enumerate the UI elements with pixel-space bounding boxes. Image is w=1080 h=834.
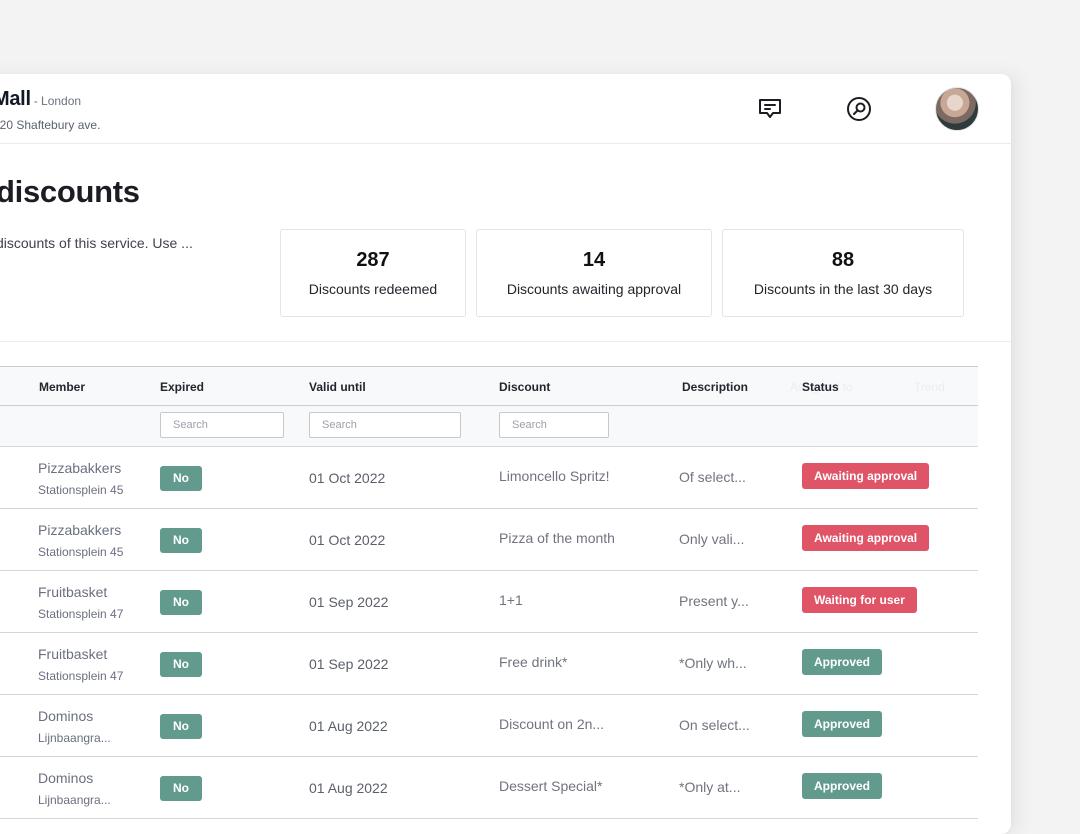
valid-until-date: 01 Oct 2022 [309,532,386,548]
discounts-table: Member Expired Valid until Discount Desc… [0,366,978,819]
expired-badge: No [160,528,202,553]
stat-value: 88 [831,249,855,271]
status-badge[interactable]: Approved [802,773,883,799]
discount-name: 1+1 [499,592,523,608]
discount-description: Of select... [679,469,746,485]
discount-name: Pizza of the month [499,530,615,546]
status-badge[interactable]: Awaiting approval [802,525,930,551]
expired-badge: No [160,466,202,491]
section-divider [0,341,1011,342]
discount-name: Limoncello Spritz! [499,468,610,484]
stat-label: Discounts in the last 30 days [753,281,933,297]
column-header-trend: Trend [914,380,945,394]
member-name: Pizzabakkers [38,522,122,538]
expired-badge: No [160,590,202,615]
member-address: Stationsplein 45 [38,545,124,559]
expired-search-input[interactable] [160,412,284,438]
discount-name: Free drink* [499,654,568,670]
status-badge[interactable]: Approved [802,711,883,737]
table-row[interactable]: Pizzabakkers Stationsplein 45 No 01 Oct … [0,447,978,509]
member-address: Stationsplein 47 [38,669,124,683]
page-title: discounts [0,174,140,209]
discount-description: *Only at... [679,779,741,795]
expired-badge: No [160,652,202,677]
status-badge[interactable]: Approved [802,649,883,675]
member-name: Dominos [38,708,94,724]
main-panel: Mall - London 320 Shaftebury ave. discoun… [0,74,1011,834]
expired-badge: No [160,714,202,739]
discount-name: Dessert Special* [499,778,603,794]
page-description: discounts of this service. Use ... [0,235,193,251]
table-row[interactable]: Pizzabakkers Stationsplein 45 No 01 Oct … [0,509,978,571]
valid-until-date: 01 Aug 2022 [309,780,388,796]
stat-card-awaiting: 14 Discounts awaiting approval [476,229,712,317]
filter-row [0,406,978,447]
valid-until-date: 01 Oct 2022 [309,470,386,486]
discount-search-input[interactable] [499,412,609,438]
table-row[interactable]: Fruitbasket Stationsplein 47 No 01 Sep 2… [0,571,978,633]
member-name: Fruitbasket [38,646,108,662]
valid-until-date: 01 Aug 2022 [309,718,388,734]
discount-name: Discount on 2n... [499,716,605,732]
search-button[interactable] [844,94,874,124]
venue-brand: Mall - London [0,88,81,111]
valid-until-date: 01 Sep 2022 [309,656,389,672]
discount-description: On select... [679,717,750,733]
discount-description: Present y... [679,593,749,609]
stat-value: 287 [356,249,390,271]
stat-label: Discounts awaiting approval [506,281,682,297]
status-badge[interactable]: Waiting for user [802,587,917,613]
member-name: Fruitbasket [38,584,108,600]
expired-badge: No [160,776,202,801]
member-address: Stationsplein 45 [38,483,124,497]
table-body: Pizzabakkers Stationsplein 45 No 01 Oct … [0,447,978,819]
status-badge[interactable]: Awaiting approval [802,463,930,489]
table-row[interactable]: Dominos Lijnbaangra... No 01 Aug 2022 Di… [0,695,978,757]
table-row[interactable]: Dominos Lijnbaangra... No 01 Aug 2022 De… [0,757,978,819]
table-header: Member Expired Valid until Discount Desc… [0,366,978,406]
discount-description: Only vali... [679,531,745,547]
table-row[interactable]: Fruitbasket Stationsplein 47 No 01 Sep 2… [0,633,978,695]
column-header-description[interactable]: Description [682,380,748,394]
venue-name: Mall [0,88,31,110]
messages-button[interactable] [755,94,785,124]
user-avatar[interactable] [935,87,979,131]
top-bar: Mall - London 320 Shaftebury ave. [0,74,1011,144]
stat-card-last-30-days: 88 Discounts in the last 30 days [722,229,964,317]
column-header-discount[interactable]: Discount [499,380,550,394]
member-address: Lijnbaangra... [38,731,111,745]
search-icon [847,97,871,121]
venue-city: - London [33,94,82,108]
member-address: Lijnbaangra... [38,793,111,807]
member-name: Pizzabakkers [38,460,122,476]
column-header-status[interactable]: Status [802,380,839,394]
message-icon [759,99,781,118]
discount-description: *Only wh... [679,655,747,671]
valid-until-date: 01 Sep 2022 [309,594,389,610]
member-address: Stationsplein 47 [38,607,124,621]
column-header-member[interactable]: Member [39,380,85,394]
valid-until-search-input[interactable] [309,412,461,438]
member-name: Dominos [38,770,94,786]
stat-value: 14 [582,249,606,271]
venue-address: 320 Shaftebury ave. [0,118,101,132]
stat-label: Discounts redeemed [308,281,438,297]
stat-card-redeemed: 287 Discounts redeemed [280,229,466,317]
column-header-expired[interactable]: Expired [160,380,204,394]
column-header-valid-until[interactable]: Valid until [309,380,366,394]
